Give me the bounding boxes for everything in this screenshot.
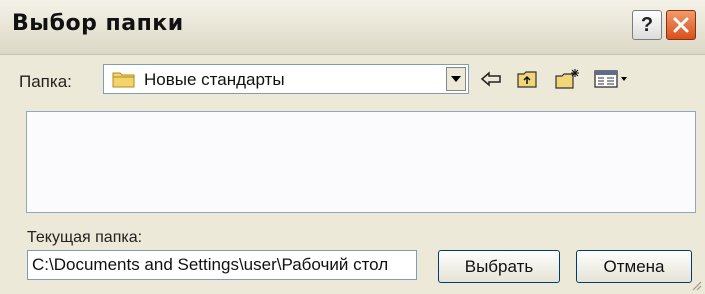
new-folder-icon <box>555 69 579 89</box>
folder-combobox[interactable]: Новые стандарты <box>103 64 469 94</box>
current-folder-label: Текущая папка: <box>27 229 143 246</box>
folder-icon <box>112 72 135 88</box>
folder-tree-list[interactable] <box>26 111 696 213</box>
window-title: Выбор папки <box>12 11 184 36</box>
back-icon <box>480 71 501 87</box>
close-icon <box>673 17 689 33</box>
chevron-down-icon <box>451 76 461 82</box>
close-button[interactable] <box>666 10 696 40</box>
select-button[interactable]: Выбрать <box>438 250 560 283</box>
new-folder-button[interactable] <box>552 66 582 92</box>
up-folder-button[interactable] <box>514 66 540 92</box>
selected-folder: Новые стандарты <box>144 70 285 89</box>
help-icon: ? <box>640 13 654 36</box>
folder-dialog: Выбор папки ? Папка: Новые стандарты Тек… <box>0 0 705 294</box>
resize-grip-icon[interactable] <box>690 279 702 291</box>
view-menu-icon <box>594 70 627 88</box>
current-path-field[interactable] <box>27 250 417 280</box>
dropdown-button[interactable] <box>446 67 466 91</box>
folder-label: Папка: <box>19 72 72 91</box>
cancel-button[interactable]: Отмена <box>576 250 692 283</box>
view-menu-button[interactable] <box>592 66 632 92</box>
back-button[interactable] <box>478 66 504 92</box>
title-bar: Выбор папки ? <box>0 0 705 55</box>
up-folder-icon <box>517 71 537 88</box>
help-button[interactable]: ? <box>632 10 662 40</box>
